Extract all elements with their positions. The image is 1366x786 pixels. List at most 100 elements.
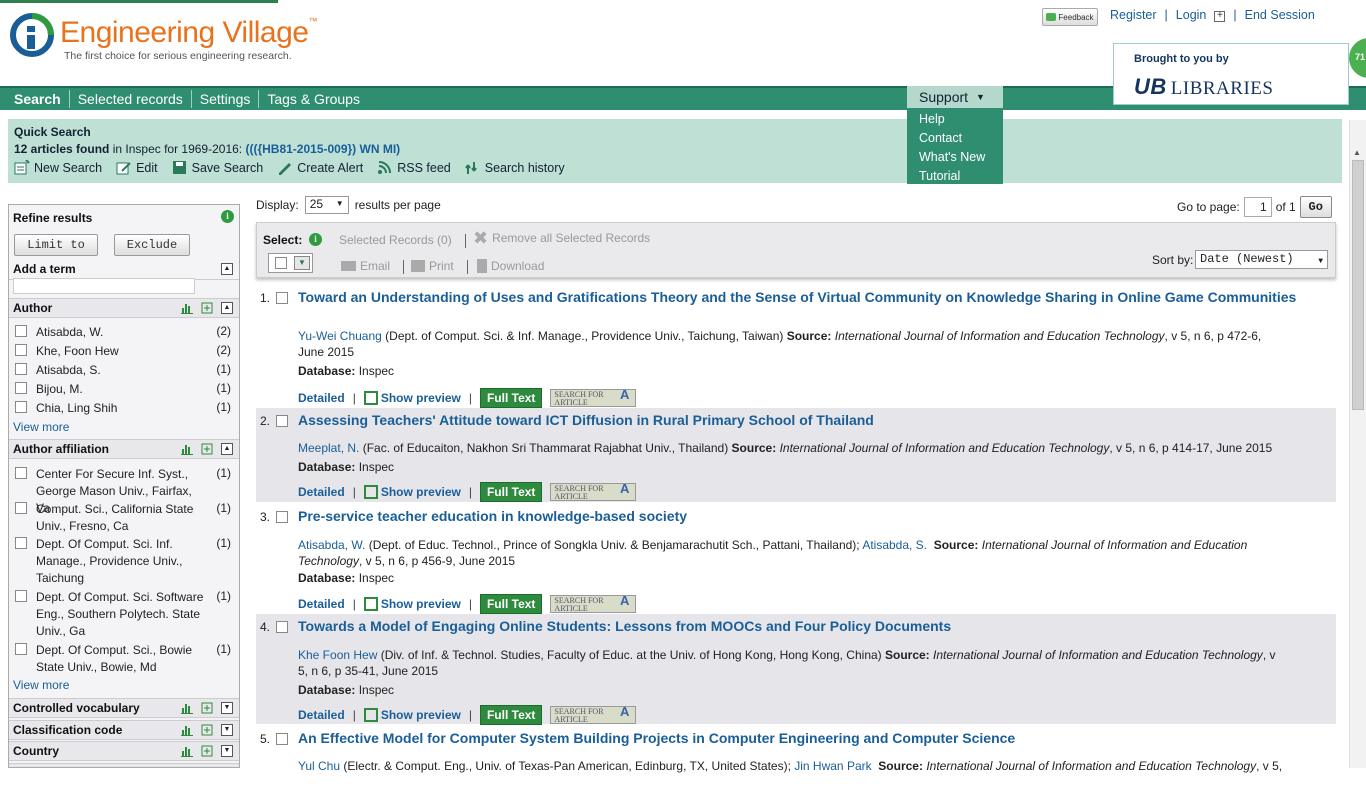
info-icon[interactable]: i: [221, 210, 234, 223]
facet-checkbox[interactable]: [15, 325, 27, 337]
ub-libraries-box[interactable]: Brought to you by UB Libraries: [1113, 43, 1349, 105]
author-facet-header[interactable]: Author ▲: [9, 298, 239, 318]
author-link[interactable]: Atisabda, S.: [862, 538, 927, 552]
detailed-link[interactable]: Detailed: [298, 391, 345, 405]
facet-checkbox[interactable]: [15, 467, 27, 479]
author-view-more[interactable]: View more: [13, 420, 69, 434]
result-title-link[interactable]: Pre-service teacher education in knowled…: [298, 508, 1298, 525]
export-icon[interactable]: [201, 702, 213, 714]
limit-to-button[interactable]: Limit to: [14, 234, 98, 256]
new-search-button[interactable]: New Search: [14, 160, 102, 175]
scroll-thumb[interactable]: [1352, 160, 1364, 410]
search-for-article-button[interactable]: SEARCH FOR ARTICLE A: [550, 388, 637, 407]
remove-all-selected[interactable]: ✖ Remove all Selected Records: [473, 229, 650, 247]
show-preview-link[interactable]: Show preview: [363, 391, 461, 405]
rss-feed-button[interactable]: RSS feed: [377, 160, 451, 175]
export-icon[interactable]: [201, 302, 213, 314]
chart-icon[interactable]: [181, 443, 193, 455]
page-number-input[interactable]: 1: [1243, 197, 1272, 217]
notification-badge[interactable]: 71: [1349, 38, 1366, 78]
support-help[interactable]: Help: [919, 110, 991, 129]
result-checkbox[interactable]: [276, 292, 288, 304]
chart-icon[interactable]: [181, 724, 193, 736]
collapsed-facet-header[interactable]: Classification code ▼: [9, 720, 239, 740]
facet-checkbox[interactable]: [15, 401, 27, 413]
collapse-icon[interactable]: ▲: [221, 302, 233, 314]
info-icon[interactable]: i: [309, 233, 322, 246]
show-preview-link[interactable]: Show preview: [363, 485, 461, 499]
search-history-button[interactable]: Search history: [464, 160, 565, 175]
full-text-button[interactable]: Full Text: [479, 594, 543, 614]
full-text-button[interactable]: Full Text: [479, 482, 543, 502]
export-icon[interactable]: [201, 443, 213, 455]
collapsed-facet-header[interactable]: Controlled vocabulary ▼: [9, 698, 239, 718]
author-link[interactable]: Khe Foon Hew: [298, 648, 377, 662]
chart-icon[interactable]: [181, 302, 193, 314]
export-icon[interactable]: [201, 745, 213, 757]
result-checkbox[interactable]: [276, 621, 288, 633]
facet-checkbox[interactable]: [15, 363, 27, 375]
result-title-link[interactable]: Toward an Understanding of Uses and Grat…: [298, 289, 1298, 306]
support-menu-button[interactable]: Support ▼: [907, 86, 1003, 108]
show-preview-link[interactable]: Show preview: [363, 597, 461, 611]
login-link[interactable]: Login: [1176, 8, 1207, 22]
register-link[interactable]: Register: [1110, 8, 1157, 22]
result-checkbox[interactable]: [276, 511, 288, 523]
result-title-link[interactable]: Towards a Model of Engaging Online Stude…: [298, 618, 1298, 635]
nav-tags-groups[interactable]: Tags & Groups: [259, 90, 368, 108]
detailed-link[interactable]: Detailed: [298, 708, 345, 722]
facet-checkbox[interactable]: [15, 344, 27, 356]
selected-records[interactable]: Selected Records (0): [339, 233, 452, 247]
go-button[interactable]: Go: [1299, 196, 1332, 218]
nav-search[interactable]: Search: [6, 90, 70, 108]
search-for-article-button[interactable]: SEARCH FOR ARTICLE A: [550, 594, 637, 613]
full-text-button[interactable]: Full Text: [479, 705, 543, 725]
detailed-link[interactable]: Detailed: [298, 597, 345, 611]
select-all-control[interactable]: ▼: [268, 253, 313, 273]
expand-icon[interactable]: ▼: [221, 724, 233, 736]
add-term-input[interactable]: [13, 278, 195, 294]
save-search-button[interactable]: Save Search: [172, 160, 263, 175]
collapsed-facet-header[interactable]: Country ▼: [9, 741, 239, 761]
facet-checkbox[interactable]: [15, 382, 27, 394]
facet-checkbox[interactable]: [15, 502, 27, 514]
collapsed-facet-header[interactable]: Document type▼: [9, 763, 239, 767]
result-title-link[interactable]: An Effective Model for Computer System B…: [298, 730, 1298, 747]
facet-checkbox[interactable]: [15, 643, 27, 655]
detailed-link[interactable]: Detailed: [298, 485, 345, 499]
affiliation-facet-header[interactable]: Author affiliation ▲: [9, 439, 239, 459]
author-link[interactable]: Yu-Wei Chuang: [298, 329, 382, 343]
scroll-up-icon[interactable]: ▲: [1353, 148, 1361, 157]
search-for-article-button[interactable]: SEARCH FOR ARTICLE A: [550, 482, 637, 501]
result-checkbox[interactable]: [276, 415, 288, 427]
end-session-link[interactable]: End Session: [1245, 8, 1315, 22]
search-query-link[interactable]: ((({HB81-2015-009}) WN MI): [245, 142, 400, 156]
collapse-icon[interactable]: ▲: [221, 443, 233, 455]
nav-settings[interactable]: Settings: [192, 90, 260, 108]
email-button[interactable]: Email: [341, 259, 390, 273]
page-scrollbar[interactable]: ▲: [1349, 120, 1366, 768]
affiliation-view-more[interactable]: View more: [13, 678, 69, 692]
edit-button[interactable]: Edit: [116, 160, 158, 175]
chart-icon[interactable]: [181, 702, 193, 714]
author-link[interactable]: Atisabda, W.: [298, 538, 365, 552]
result-title-link[interactable]: Assessing Teachers' Attitude toward ICT …: [298, 412, 1298, 429]
exclude-button[interactable]: Exclude: [114, 234, 190, 256]
support-contact[interactable]: Contact: [919, 129, 991, 148]
feedback-button[interactable]: Feedback: [1042, 8, 1098, 26]
show-preview-link[interactable]: Show preview: [363, 708, 461, 722]
facet-checkbox[interactable]: [15, 537, 27, 549]
select-all-checkbox[interactable]: [275, 257, 287, 269]
create-alert-button[interactable]: Create Alert: [277, 160, 363, 175]
sort-select[interactable]: Date (Newest) ▼: [1195, 250, 1328, 269]
facet-checkbox[interactable]: [15, 590, 27, 602]
support-whats-new[interactable]: What's New: [919, 148, 991, 167]
author-link[interactable]: Yul Chu: [298, 759, 340, 773]
author-link[interactable]: Meeplat, N.: [298, 441, 359, 455]
expand-icon[interactable]: ▼: [221, 702, 233, 714]
full-text-button[interactable]: Full Text: [479, 388, 543, 408]
print-button[interactable]: Print: [411, 259, 454, 273]
download-button[interactable]: Download: [477, 259, 544, 273]
collapse-icon[interactable]: ▲: [221, 263, 233, 275]
author-link[interactable]: Jin Hwan Park: [794, 759, 871, 773]
